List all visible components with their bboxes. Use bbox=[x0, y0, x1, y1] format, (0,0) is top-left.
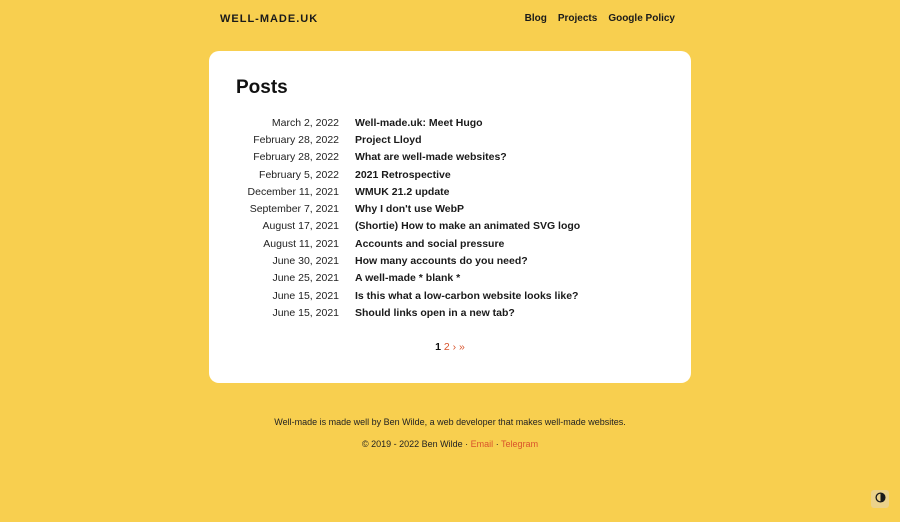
post-item: September 7, 2021 Why I don't use WebP bbox=[209, 200, 691, 217]
post-link[interactable]: 2021 Retrospective bbox=[355, 169, 451, 181]
post-link[interactable]: Project Lloyd bbox=[355, 134, 422, 146]
post-list: March 2, 2022 Well-made.uk: Meet Hugo Fe… bbox=[209, 114, 691, 322]
nav-link-blog[interactable]: Blog bbox=[525, 13, 547, 24]
post-date: June 25, 2021 bbox=[272, 272, 339, 285]
post-link[interactable]: What are well-made websites? bbox=[355, 151, 507, 163]
site-header: WELL-MADE.UK Blog Projects Google Policy bbox=[0, 0, 900, 40]
nav-link-google-policy[interactable]: Google Policy bbox=[608, 13, 675, 24]
pagination-current-page: 1 bbox=[435, 341, 441, 353]
post-link[interactable]: Is this what a low-carbon website looks … bbox=[355, 290, 578, 302]
post-link[interactable]: Accounts and social pressure bbox=[355, 238, 504, 250]
site-title-link[interactable]: WELL-MADE.UK bbox=[220, 13, 318, 25]
theme-toggle-button[interactable] bbox=[871, 490, 889, 508]
post-date: February 5, 2022 bbox=[259, 168, 339, 181]
post-item: February 28, 2022 Project Lloyd bbox=[209, 131, 691, 148]
post-link[interactable]: Should links open in a new tab? bbox=[355, 307, 515, 319]
footer-tagline: Well-made is made well by Ben Wilde, a w… bbox=[274, 417, 626, 427]
post-date: June 15, 2021 bbox=[272, 289, 339, 302]
main-nav: Blog Projects Google Policy bbox=[525, 13, 675, 24]
post-item: February 5, 2022 2021 Retrospective bbox=[209, 166, 691, 183]
post-date: June 30, 2021 bbox=[272, 255, 339, 268]
post-date: March 2, 2022 bbox=[271, 116, 339, 129]
post-link[interactable]: Why I don't use WebP bbox=[355, 203, 464, 215]
post-date: February 28, 2022 bbox=[253, 151, 339, 164]
post-link[interactable]: WMUK 21.2 update bbox=[355, 186, 450, 198]
post-item: March 2, 2022 Well-made.uk: Meet Hugo bbox=[209, 114, 691, 131]
post-item: February 28, 2022 What are well-made web… bbox=[209, 149, 691, 166]
posts-card: Posts March 2, 2022 Well-made.uk: Meet H… bbox=[209, 51, 691, 383]
nav-link-projects[interactable]: Projects bbox=[558, 13, 597, 24]
footer-meta: © 2019 - 2022 Ben Wilde · Email · Telegr… bbox=[0, 439, 900, 449]
post-link[interactable]: Well-made.uk: Meet Hugo bbox=[355, 117, 483, 129]
post-link[interactable]: How many accounts do you need? bbox=[355, 255, 528, 267]
post-item: June 15, 2021 Is this what a low-carbon … bbox=[209, 287, 691, 304]
post-item: August 17, 2021 (Shortie) How to make an… bbox=[209, 218, 691, 235]
footer-separator: · bbox=[495, 439, 499, 449]
pagination-next[interactable]: › bbox=[453, 341, 457, 353]
post-item: June 30, 2021 How many accounts do you n… bbox=[209, 252, 691, 269]
pagination-last[interactable]: » bbox=[459, 341, 465, 353]
post-date: August 11, 2021 bbox=[263, 237, 339, 250]
post-item: June 15, 2021 Should links open in a new… bbox=[209, 304, 691, 321]
site-footer: Well-made is made well by Ben Wilde, a w… bbox=[0, 417, 900, 461]
pagination: 1 2 › » bbox=[209, 341, 691, 353]
footer-email-link[interactable]: Email bbox=[471, 439, 494, 449]
pagination-page-2[interactable]: 2 bbox=[444, 341, 450, 353]
post-date: June 15, 2021 bbox=[272, 306, 339, 319]
post-item: June 25, 2021 A well-made * blank * bbox=[209, 270, 691, 287]
post-date: February 28, 2022 bbox=[253, 133, 339, 146]
contrast-icon bbox=[874, 490, 886, 508]
footer-separator: · bbox=[465, 439, 469, 449]
footer-copyright: © 2019 - 2022 Ben Wilde bbox=[361, 439, 463, 449]
page-title: Posts bbox=[236, 77, 288, 98]
post-link[interactable]: (Shortie) How to make an animated SVG lo… bbox=[355, 220, 580, 232]
post-item: December 11, 2021 WMUK 21.2 update bbox=[209, 183, 691, 200]
post-item: August 11, 2021 Accounts and social pres… bbox=[209, 235, 691, 252]
post-date: September 7, 2021 bbox=[249, 203, 339, 216]
post-date: December 11, 2021 bbox=[247, 185, 339, 198]
footer-telegram-link[interactable]: Telegram bbox=[501, 439, 538, 449]
post-link[interactable]: A well-made * blank * bbox=[355, 272, 460, 284]
post-date: August 17, 2021 bbox=[262, 220, 339, 233]
